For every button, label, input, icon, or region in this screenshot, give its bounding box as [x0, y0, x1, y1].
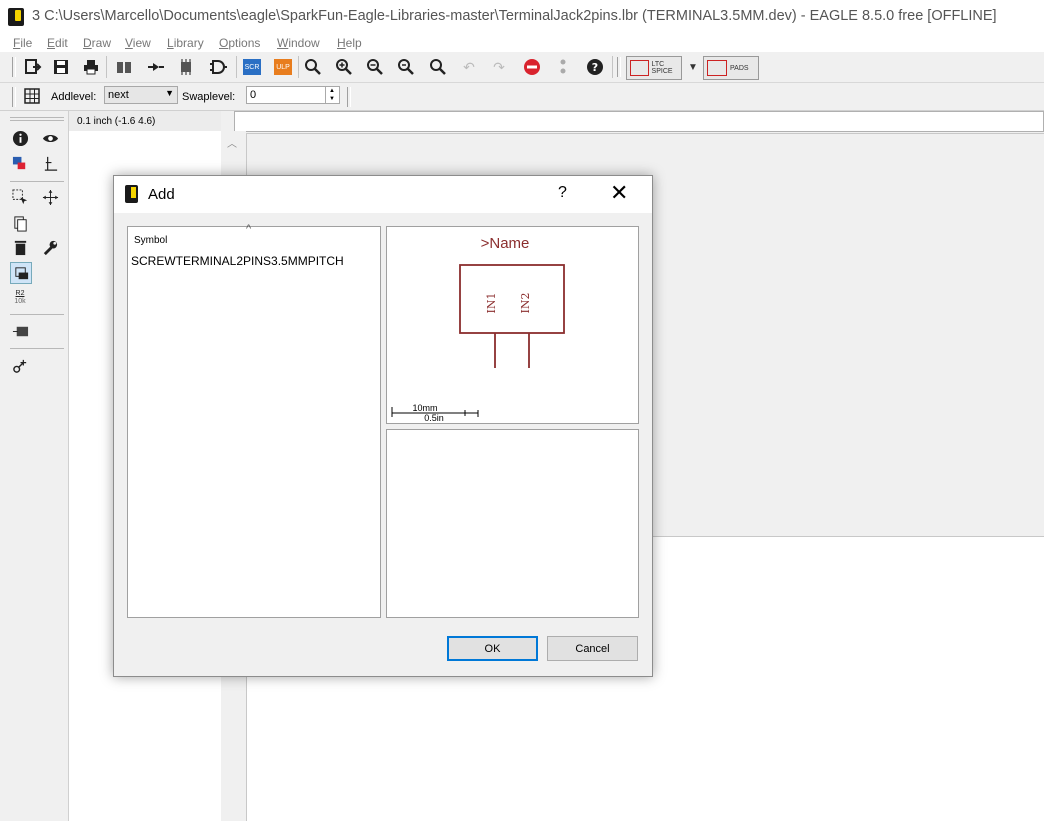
symbol-preview-drawing: >Name IN1 IN2 10mm 0.5in	[391, 235, 565, 423]
dialog-close-button[interactable]: ✕	[610, 182, 628, 204]
menu-edit[interactable]: Edit	[47, 36, 68, 50]
mark-icon[interactable]	[40, 153, 60, 173]
chevron-down-icon: ▼	[165, 88, 174, 98]
dialog-app-icon	[125, 185, 138, 203]
print-icon[interactable]	[80, 56, 102, 78]
command-line-input[interactable]	[234, 111, 1044, 132]
help-icon[interactable]: ?	[584, 56, 606, 78]
addlevel-value: next	[108, 89, 129, 101]
save-icon[interactable]	[50, 56, 72, 78]
symbol-body	[459, 264, 565, 334]
swaplevel-spinbox[interactable]: 0 ▲ ▼	[246, 86, 340, 104]
scale-inch-label: 0.5in	[424, 413, 444, 423]
symbol-list[interactable]: ^ Symbol SCREWTERMINAL2PINS3.5MMPITCH	[127, 223, 381, 618]
ltspice-logo-icon	[630, 60, 649, 76]
move-icon[interactable]	[40, 187, 60, 207]
grid-icon[interactable]	[21, 85, 43, 107]
zoom-select-icon[interactable]	[427, 56, 449, 78]
ulp-icon[interactable]: ULP	[272, 56, 294, 78]
swaplevel-value: 0	[250, 89, 257, 101]
pads-label: PADS	[730, 64, 749, 72]
pin-2-label: IN2	[519, 293, 532, 314]
library-book-icon[interactable]	[113, 56, 135, 78]
value-icon-top: R2	[15, 290, 25, 297]
open-file-icon[interactable]	[22, 56, 44, 78]
ltspice-label: LTC SPICE	[651, 61, 673, 75]
pin-swap-icon[interactable]	[10, 355, 30, 375]
swaplevel-label: Swaplevel:	[182, 91, 236, 103]
scroll-up-icon[interactable]: ︿	[227, 135, 237, 150]
package-icon[interactable]	[175, 56, 197, 78]
ulp-label: ULP	[274, 59, 292, 75]
stop-icon[interactable]	[521, 56, 543, 78]
zoom-redraw-icon[interactable]	[395, 56, 417, 78]
delete-trash-icon[interactable]	[10, 237, 30, 257]
group-select-icon[interactable]	[10, 187, 30, 207]
symbol-preview: >Name IN1 IN2 10mm 0.5in	[386, 226, 639, 424]
toolbar-grip[interactable]	[12, 57, 16, 77]
add-part-active-icon[interactable]	[10, 262, 32, 284]
dialog-help-button[interactable]: ?	[558, 184, 567, 202]
zoom-out-icon[interactable]	[364, 56, 386, 78]
undo-icon[interactable]: ↶	[458, 56, 480, 78]
addlevel-label: Addlevel:	[51, 91, 97, 103]
symbol-column-header[interactable]: Symbol	[134, 235, 167, 246]
show-eye-icon[interactable]	[40, 128, 60, 148]
menu-view[interactable]: View	[125, 36, 151, 50]
addlevel-select[interactable]: next ▼	[104, 86, 178, 104]
description-box	[386, 429, 639, 618]
value-icon-bottom: 10k	[14, 298, 26, 305]
value-icon[interactable]: R2 10k	[10, 288, 30, 308]
toolbar2-grip-end[interactable]	[347, 87, 351, 107]
menu-help[interactable]: Help	[337, 36, 362, 50]
add-part-icon[interactable]	[145, 56, 167, 78]
window-title: 3 C:\Users\Marcello\Documents\eagle\Spar…	[32, 8, 997, 24]
command-palette: R2 10k	[0, 111, 69, 821]
ok-button[interactable]: OK	[447, 636, 538, 661]
menu-draw[interactable]: Draw	[83, 36, 111, 50]
menu-window[interactable]: Window	[277, 36, 320, 50]
menu-library[interactable]: Library	[167, 36, 204, 50]
dialog-title-bar[interactable]: Add ? ✕	[114, 176, 652, 213]
symbol-icon[interactable]	[207, 56, 229, 78]
coordinate-text: 0.1 inch (-1.6 4.6)	[77, 116, 156, 127]
menu-file[interactable]: File	[13, 36, 32, 50]
go-icon[interactable]	[552, 56, 574, 78]
attribute-icon[interactable]	[10, 321, 30, 341]
sort-caret-icon: ^	[246, 223, 252, 235]
pin-1-label: IN1	[485, 293, 498, 314]
zoom-fit-icon[interactable]	[302, 56, 324, 78]
info-icon[interactable]	[10, 128, 30, 148]
redo-icon[interactable]: ↷	[488, 56, 510, 78]
cancel-button[interactable]: Cancel	[547, 636, 638, 661]
eagle-app-icon	[8, 8, 24, 26]
dialog-title: Add	[148, 186, 175, 203]
list-item[interactable]: SCREWTERMINAL2PINS3.5MMPITCH	[131, 254, 344, 268]
menu-options[interactable]: Options	[219, 36, 260, 50]
scale-mm-label: 10mm	[412, 403, 437, 413]
title-bar: 3 C:\Users\Marcello\Documents\eagle\Spar…	[0, 0, 1044, 34]
spin-arrows-icon[interactable]: ▲ ▼	[325, 87, 338, 103]
pads-logo-icon	[707, 60, 727, 76]
ltspice-button[interactable]: LTC SPICE	[626, 56, 682, 80]
menu-bar: File Edit Draw View Library Options Wind…	[0, 34, 1044, 52]
scr-label: SCR	[243, 59, 261, 75]
name-placeholder-text: >Name	[481, 235, 530, 252]
change-wrench-icon[interactable]	[40, 237, 60, 257]
toolbar-grip-2[interactable]	[617, 57, 621, 77]
script-icon[interactable]: SCR	[241, 56, 263, 78]
pads-button[interactable]: PADS	[703, 56, 759, 80]
add-dialog: Add ? ✕ ^ Symbol SCREWTERMINAL2PINS3.5MM…	[113, 175, 653, 677]
main-toolbar: SCR ULP ↶ ↷ ? LTC SPICE ▼ PADS	[0, 52, 1044, 83]
copy-icon[interactable]	[10, 213, 30, 233]
svg-text:?: ?	[592, 61, 598, 74]
dropdown-arrow-icon[interactable]: ▼	[682, 56, 704, 78]
toolbar2-grip[interactable]	[12, 87, 16, 107]
parameter-toolbar: Addlevel: next ▼ Swaplevel: 0 ▲ ▼	[0, 83, 1044, 111]
layer-display-icon[interactable]	[10, 153, 30, 173]
zoom-in-icon[interactable]	[333, 56, 355, 78]
